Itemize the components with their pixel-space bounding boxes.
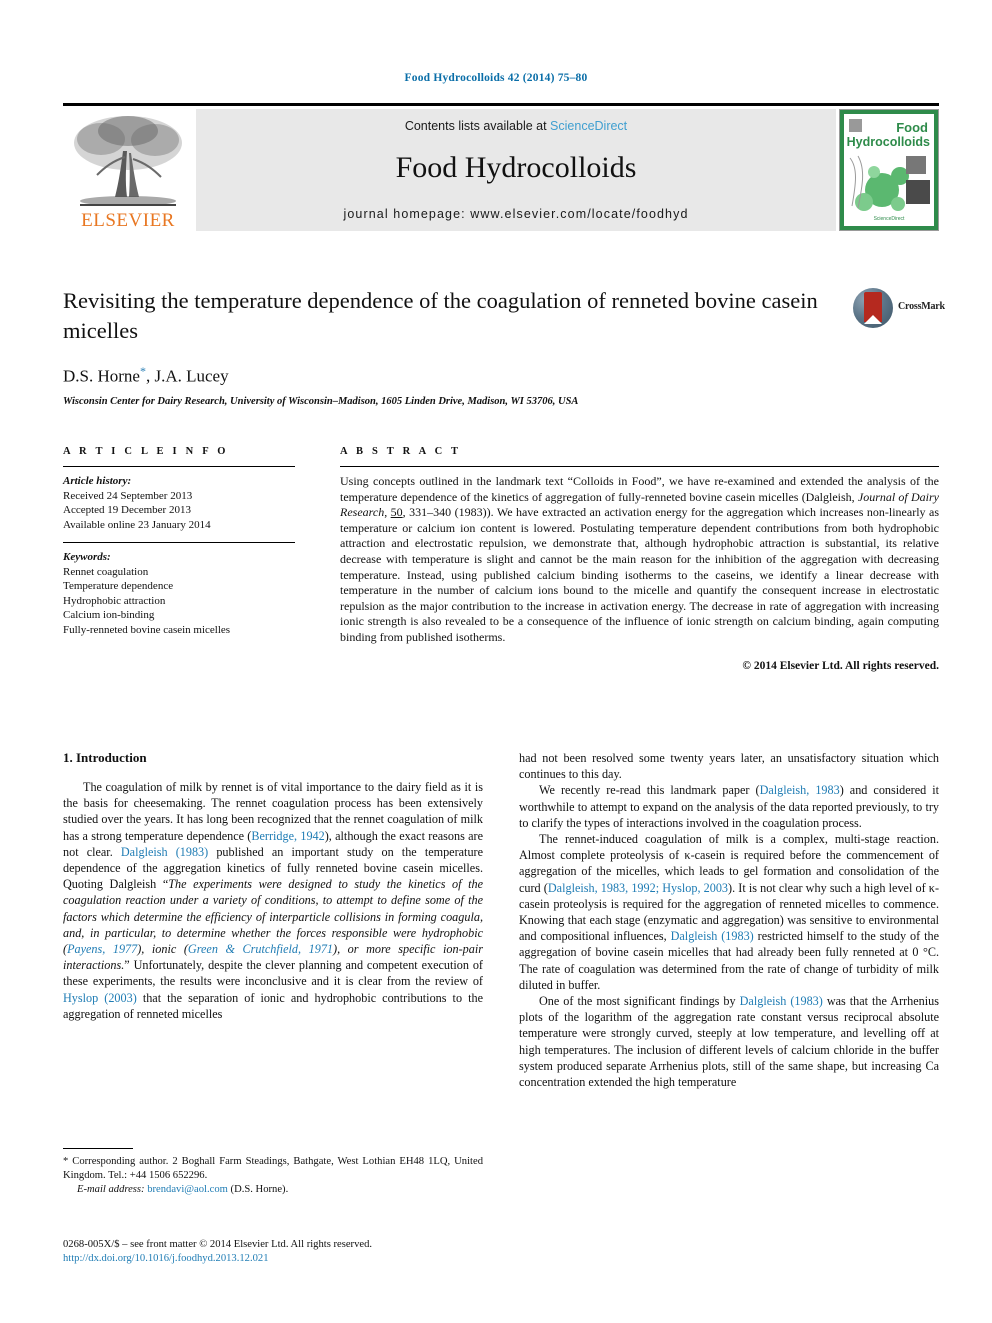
- author-list: D.S. Horne*, J.A. Lucey: [63, 364, 939, 387]
- svg-text:Food: Food: [896, 120, 928, 135]
- running-head: Food Hydrocolloids 42 (2014) 75–80: [404, 72, 588, 84]
- quote-run: ), ionic (: [137, 942, 188, 957]
- paper-page: Food Hydrocolloids 42 (2014) 75–80 ELSEV…: [0, 0, 992, 1323]
- abstract-part-3: , 331–340 (1983)). We have extracted an …: [340, 505, 939, 644]
- text-run: One of the most significant findings by: [539, 994, 740, 1009]
- crossmark-badge[interactable]: CrossMark: [853, 288, 945, 330]
- article-info-rule: [63, 466, 295, 467]
- citation-link-dalgleish-1983[interactable]: Dalgleish (1983): [671, 929, 754, 943]
- paragraph-intro-2: We recently re-read this landmark paper …: [519, 782, 939, 831]
- abstract-part-1: Using concepts outlined in the landmark …: [340, 474, 939, 504]
- text-run: was that the Arrhenius plots of the loga…: [519, 994, 940, 1090]
- keywords-block: Keywords: Rennet coagulation Temperature…: [63, 550, 295, 637]
- citation-link-dalgleish-hyslop[interactable]: Dalgleish, 1983, 1992; Hyslop, 2003: [548, 881, 728, 895]
- abstract-heading: A B S T R A C T: [340, 446, 462, 457]
- article-history-block: Article history: Received 24 September 2…: [63, 474, 295, 532]
- paragraph-intro-1: The coagulation of milk by rennet is of …: [63, 779, 483, 1022]
- corresponding-author-note: * Corresponding author. 2 Boghall Farm S…: [63, 1156, 483, 1181]
- citation-link-green-crutchfield-1971[interactable]: Green & Crutchfield, 1971: [188, 942, 333, 956]
- page-title: Revisiting the temperature dependence of…: [63, 288, 818, 343]
- citation-link-dalgleish-1983[interactable]: Dalgleish, 1983: [760, 783, 840, 797]
- keyword-item: Temperature dependence: [63, 580, 174, 592]
- citation-link-hyslop-2003[interactable]: Hyslop (2003): [63, 991, 137, 1005]
- abstract-column: A B S T R A C T Using concepts outlined …: [340, 446, 939, 672]
- sciencedirect-link[interactable]: ScienceDirect: [550, 119, 627, 133]
- keyword-item: Calcium ion-binding: [63, 609, 155, 621]
- keyword-item: Rennet coagulation: [63, 565, 149, 578]
- keyword-item: Hydrophobic attraction: [63, 594, 166, 607]
- footnote-block: * Corresponding author. 2 Boghall Farm S…: [63, 1148, 483, 1196]
- footnote-rule: [63, 1148, 133, 1149]
- abstract-rule: [340, 466, 939, 467]
- history-item: Available online 23 January 2014: [63, 518, 211, 531]
- section-heading-introduction: 1. Introduction: [63, 750, 147, 765]
- elsevier-logo-block: ELSEVIER: [63, 109, 193, 233]
- affiliation: Wisconsin Center for Dairy Research, Uni…: [63, 395, 579, 407]
- paragraph-intro-4: One of the most significant findings by …: [519, 993, 939, 1090]
- email-link[interactable]: brendavi@aol.com: [147, 1184, 228, 1195]
- journal-title: Food Hydrocolloids: [395, 151, 637, 184]
- paragraph-intro-3: The rennet-induced coagulation of milk i…: [519, 831, 939, 993]
- journal-homepage-line[interactable]: journal homepage: www.elsevier.com/locat…: [196, 207, 836, 221]
- text-run: We recently re-read this landmark paper …: [539, 783, 760, 798]
- text-run: ” Unfortunately, despite the clever plan…: [63, 958, 483, 989]
- crossmark-notch-shape: [864, 315, 882, 324]
- article-info-heading: A R T I C L E I N F O: [63, 446, 229, 457]
- elsevier-wordmark: ELSEVIER: [81, 210, 175, 231]
- email-owner: (D.S. Horne).: [230, 1183, 289, 1195]
- citation-link-dalgleish-1983[interactable]: Dalgleish (1983): [740, 994, 823, 1008]
- crossmark-label: CrossMark: [898, 301, 945, 312]
- imprint-block: 0268-005X/$ – see front matter © 2014 El…: [63, 1238, 563, 1266]
- journal-cover-thumbnail: Food Hydrocolloids ScienceDirect: [839, 109, 939, 231]
- author-secondary: , J.A. Lucey: [145, 366, 229, 386]
- email-note: E-mail address: brendavi@aol.com (D.S. H…: [63, 1183, 483, 1197]
- keywords-label: Keywords:: [63, 551, 111, 563]
- author-primary: D.S. Horne: [63, 366, 140, 386]
- journal-masthead: ELSEVIER Contents lists available at Sci…: [63, 103, 939, 233]
- copyright-line: © 2014 Elsevier Ltd. All rights reserved…: [742, 659, 939, 672]
- svg-text:ScienceDirect: ScienceDirect: [874, 216, 905, 222]
- crossmark-icon: [853, 288, 893, 328]
- citation-link-payens-1977[interactable]: Payens, 1977: [67, 942, 137, 956]
- svg-text:Hydrocolloids: Hydrocolloids: [847, 135, 930, 149]
- issn-copyright-line: 0268-005X/$ – see front matter © 2014 El…: [63, 1239, 373, 1250]
- keywords-rule: [63, 542, 295, 543]
- contents-available-line: Contents lists available at ScienceDirec…: [196, 119, 836, 133]
- keyword-item: Fully-renneted bovine casein micelles: [63, 623, 231, 636]
- body-column-right: had not been resolved some twenty years …: [519, 750, 939, 1090]
- title-block: Revisiting the temperature dependence of…: [63, 286, 945, 407]
- history-item: Accepted 19 December 2013: [63, 504, 191, 516]
- abstract-body: Using concepts outlined in the landmark …: [340, 474, 939, 646]
- email-label: E-mail address:: [77, 1183, 145, 1195]
- citation-link-berridge-1942[interactable]: Berridge, 1942: [251, 829, 324, 843]
- contents-prefix: Contents lists available at: [404, 119, 551, 133]
- article-info-column: A R T I C L E I N F O Article history: R…: [63, 446, 295, 637]
- body-column-left: 1. Introduction The coagulation of milk …: [63, 750, 483, 1022]
- paragraph-intro-1-continued: had not been resolved some twenty years …: [519, 751, 939, 782]
- article-history-label: Article history:: [63, 475, 132, 487]
- doi-link[interactable]: http://dx.doi.org/10.1016/j.foodhyd.2013…: [63, 1252, 563, 1266]
- citation-link-dalgleish-1983[interactable]: Dalgleish (1983): [121, 845, 208, 859]
- abstract-volume: 50: [390, 505, 403, 520]
- history-item: Received 24 September 2013: [63, 489, 193, 502]
- masthead-center: Contents lists available at ScienceDirec…: [196, 109, 836, 231]
